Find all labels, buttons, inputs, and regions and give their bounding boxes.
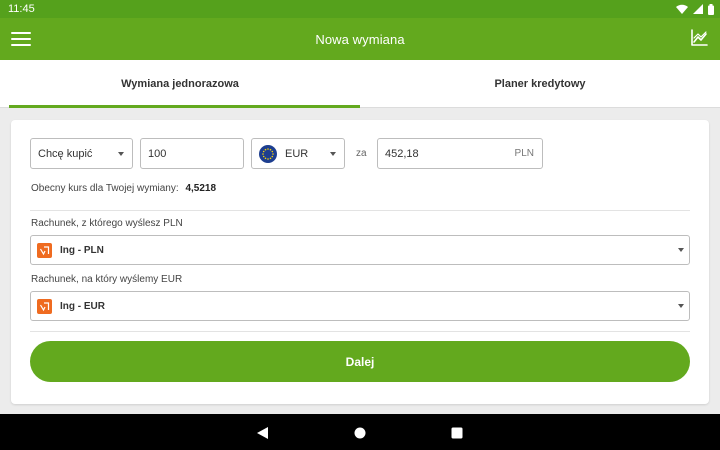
currency-value: EUR <box>285 147 309 160</box>
tab-single-exchange[interactable]: Wymiana jednorazowa <box>0 60 360 108</box>
from-account-value: Ing - PLN <box>60 244 104 256</box>
amount-input[interactable]: 100 <box>140 138 244 169</box>
from-account-label: Rachunek, z którego wyślesz PLN <box>31 218 183 229</box>
rate-label: Obecny kurs dla Twojej wymiany: <box>31 183 179 194</box>
exchange-card: Chcę kupić 100 EUR za 452,18 PLN Obecny … <box>11 120 709 404</box>
tab-label: Planer kredytowy <box>494 77 586 90</box>
rate-info: Obecny kurs dla Twojej wymiany: 4,5218 <box>31 183 216 194</box>
menu-icon[interactable] <box>11 29 31 49</box>
battery-icon <box>708 3 714 15</box>
chevron-down-icon <box>678 304 684 308</box>
status-time: 11:45 <box>8 3 35 15</box>
tab-credit-planner[interactable]: Planer kredytowy <box>360 60 720 107</box>
bank-icon <box>37 242 52 258</box>
action-select[interactable]: Chcę kupić <box>30 138 133 169</box>
to-account-label: Rachunek, na który wyślemy EUR <box>31 274 183 285</box>
back-icon[interactable] <box>257 426 269 439</box>
result-input[interactable]: 452,18 PLN <box>377 138 543 169</box>
status-bar: 11:45 <box>0 0 720 18</box>
divider <box>30 331 690 332</box>
page-title: Nowa wymiana <box>315 31 405 47</box>
rate-value: 4,5218 <box>185 183 217 194</box>
tab-bar: Wymiana jednorazowa Planer kredytowy <box>0 60 720 108</box>
tab-label: Wymiana jednorazowa <box>121 77 239 90</box>
next-button[interactable]: Dalej <box>30 341 690 382</box>
for-label: za <box>356 148 367 159</box>
recents-icon[interactable] <box>451 426 463 439</box>
action-value: Chcę kupić <box>38 147 93 160</box>
chevron-down-icon <box>118 152 124 156</box>
home-icon[interactable] <box>354 426 366 439</box>
amount-value: 100 <box>148 147 167 160</box>
result-unit: PLN <box>514 148 534 159</box>
signal-icon <box>693 4 703 14</box>
eu-flag-icon <box>259 144 277 163</box>
wifi-icon <box>676 4 688 14</box>
result-value: 452,18 <box>385 147 419 160</box>
to-account-value: Ing - EUR <box>60 300 105 312</box>
chevron-down-icon <box>678 248 684 252</box>
status-icons <box>676 3 714 15</box>
currency-select[interactable]: EUR <box>251 138 345 169</box>
to-account-select[interactable]: Ing - EUR <box>30 291 690 321</box>
divider <box>30 210 690 211</box>
app-bar: Nowa wymiana <box>0 18 720 60</box>
chart-icon[interactable] <box>690 29 708 47</box>
from-account-select[interactable]: Ing - PLN <box>30 235 690 265</box>
bank-icon <box>37 298 52 314</box>
system-nav-bar <box>0 414 720 450</box>
chevron-down-icon <box>330 152 336 156</box>
